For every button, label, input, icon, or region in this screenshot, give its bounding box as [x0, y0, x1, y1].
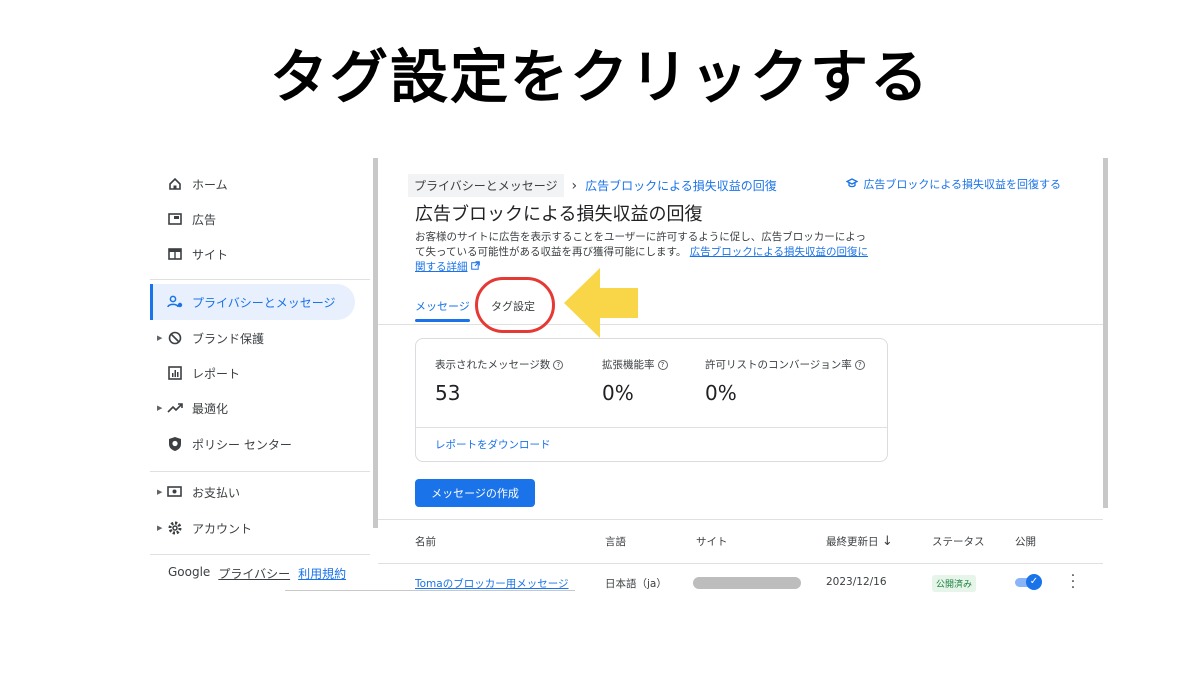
- arrow-down-icon: ↓: [881, 534, 893, 549]
- stats-card: 表示されたメッセージ数? 53 拡張機能率? 0% 許可リストのコンバージョン率…: [415, 338, 888, 462]
- sidebar-item-account[interactable]: ▶ アカウント: [150, 510, 355, 546]
- sidebar-item-privacy-messaging[interactable]: プライバシーとメッセージ: [150, 284, 355, 320]
- terms-link[interactable]: 利用規約: [298, 565, 346, 582]
- expand-caret-icon: ▶: [157, 404, 163, 412]
- main-scrollbar[interactable]: [1103, 158, 1108, 508]
- col-header-updated[interactable]: 最終更新日 ↓: [826, 534, 893, 549]
- policy-icon: [166, 435, 184, 453]
- col-header-published[interactable]: 公開: [1015, 534, 1036, 549]
- table-divider: [378, 563, 1103, 564]
- card-divider: [416, 427, 887, 428]
- sidebar-item-label: 最適化: [192, 401, 229, 416]
- status-badge: 公開済み: [932, 575, 977, 592]
- sidebar-item-home[interactable]: ホーム: [150, 166, 355, 202]
- breadcrumb-parent[interactable]: プライバシーとメッセージ: [408, 174, 564, 197]
- row-updated: 2023/12/16: [826, 576, 887, 588]
- screenshot-edge: [285, 590, 575, 591]
- learn-more-link[interactable]: 広告ブロックによる損失収益の回復に: [690, 246, 868, 258]
- expand-caret-icon: ▶: [157, 524, 163, 532]
- help-icon: ?: [553, 360, 564, 370]
- instruction-headline: タグ設定をクリックする: [269, 43, 930, 111]
- sidebar-item-label: サイト: [192, 247, 229, 262]
- tab-messages[interactable]: メッセージ: [415, 298, 470, 314]
- row-site-redacted: [693, 577, 801, 589]
- site-icon: [166, 245, 184, 263]
- col-header-name[interactable]: 名前: [415, 534, 436, 549]
- publish-toggle[interactable]: ✓: [1015, 574, 1042, 590]
- stat-extension-value: 0%: [602, 381, 634, 405]
- help-icon: ?: [854, 360, 865, 370]
- page-description: お客様のサイトに広告を表示することをユーザーに許可するように促し、広告ブロッカー…: [415, 230, 885, 275]
- col-header-language[interactable]: 言語: [605, 534, 626, 549]
- download-report-link[interactable]: レポートをダウンロード: [435, 437, 551, 452]
- sidebar-item-reports[interactable]: レポート: [150, 355, 355, 391]
- block-icon: [166, 329, 184, 347]
- create-message-button[interactable]: メッセージの作成: [415, 479, 535, 507]
- chevron-right-icon: ›: [571, 177, 578, 194]
- sidebar-item-label: アカウント: [192, 521, 253, 536]
- google-label: Google: [168, 565, 211, 579]
- report-icon: [166, 364, 184, 382]
- page-title: 広告ブロックによる損失収益の回復: [415, 204, 703, 225]
- sidebar-item-sites[interactable]: サイト: [150, 236, 355, 272]
- breadcrumb: プライバシーとメッセージ › 広告ブロックによる損失収益の回復: [408, 174, 777, 197]
- sidebar-footer: Google プライバシー 利用規約: [168, 565, 346, 582]
- trend-icon: [166, 399, 184, 417]
- ads-icon: [166, 210, 184, 228]
- learn-more-link-cont[interactable]: 関する詳細: [415, 261, 468, 273]
- breadcrumb-current[interactable]: 広告ブロックによる損失収益の回復: [585, 177, 777, 194]
- sidebar-item-label: お支払い: [192, 485, 241, 500]
- table-divider: [378, 519, 1103, 520]
- sidebar-item-brand-safety[interactable]: ▶ ブランド保護: [150, 320, 355, 356]
- stat-allowlist-label: 許可リストのコンバージョン率?: [705, 357, 865, 372]
- privacy-icon: [166, 293, 184, 311]
- expand-caret-icon: ▶: [157, 334, 163, 342]
- check-icon: ✓: [1026, 574, 1042, 590]
- stat-displayed-value: 53: [435, 381, 461, 405]
- expand-caret-icon: ▶: [157, 488, 163, 496]
- stat-allowlist-value: 0%: [705, 381, 737, 405]
- sidebar-item-label: レポート: [192, 366, 241, 381]
- description-text: お客様のサイトに広告を表示することをユーザーに許可するように促し、広告ブロッカー…: [415, 231, 866, 243]
- recover-revenue-link-label: 広告ブロックによる損失収益を回復する: [863, 178, 1061, 191]
- stat-displayed-label: 表示されたメッセージ数?: [435, 357, 564, 372]
- sidebar-item-ads[interactable]: 広告: [150, 201, 355, 237]
- home-icon: [166, 175, 184, 193]
- external-link-icon: [471, 261, 480, 273]
- row-message-name-link[interactable]: Tomaのブロッカー用メッセージ: [415, 576, 569, 591]
- highlight-circle-annotation: [475, 277, 555, 333]
- sidebar-item-label: ブランド保護: [192, 331, 265, 346]
- main-content: プライバシーとメッセージ › 広告ブロックによる損失収益の回復 広告ブロックによ…: [378, 158, 1103, 595]
- description-text: て失っている可能性がある収益を再び獲得可能にします。: [415, 246, 687, 258]
- recover-revenue-link[interactable]: 広告ブロックによる損失収益を回復する: [845, 176, 1061, 192]
- arrow-left-icon: [564, 268, 638, 338]
- sidebar-item-label: ポリシー センター: [192, 437, 292, 452]
- sidebar-item-label: 広告: [192, 212, 217, 227]
- help-icon: ?: [657, 360, 668, 370]
- more-vert-icon[interactable]: · · ·: [1068, 569, 1078, 595]
- sidebar-item-label: プライバシーとメッセージ: [192, 295, 336, 310]
- payment-icon: [166, 483, 184, 501]
- gear-icon: [166, 519, 184, 537]
- sidebar-item-label: ホーム: [192, 177, 228, 192]
- sidebar-item-payments[interactable]: ▶ お支払い: [150, 474, 355, 510]
- sidebar-item-policy-center[interactable]: ポリシー センター: [150, 426, 355, 462]
- col-header-status[interactable]: ステータス: [932, 534, 985, 549]
- stat-extension-label: 拡張機能率?: [602, 357, 668, 372]
- sidebar: ホーム 広告 サイト プライバシーとメッセージ ▶ ブランド保護 レポート ▶: [150, 158, 370, 590]
- active-tab-indicator: [415, 319, 470, 322]
- row-language: 日本語（ja）: [605, 578, 667, 590]
- sidebar-item-optimization[interactable]: ▶ 最適化: [150, 390, 355, 426]
- privacy-link[interactable]: プライバシー: [218, 565, 290, 582]
- col-header-site[interactable]: サイト: [696, 534, 728, 549]
- school-icon: [845, 177, 859, 191]
